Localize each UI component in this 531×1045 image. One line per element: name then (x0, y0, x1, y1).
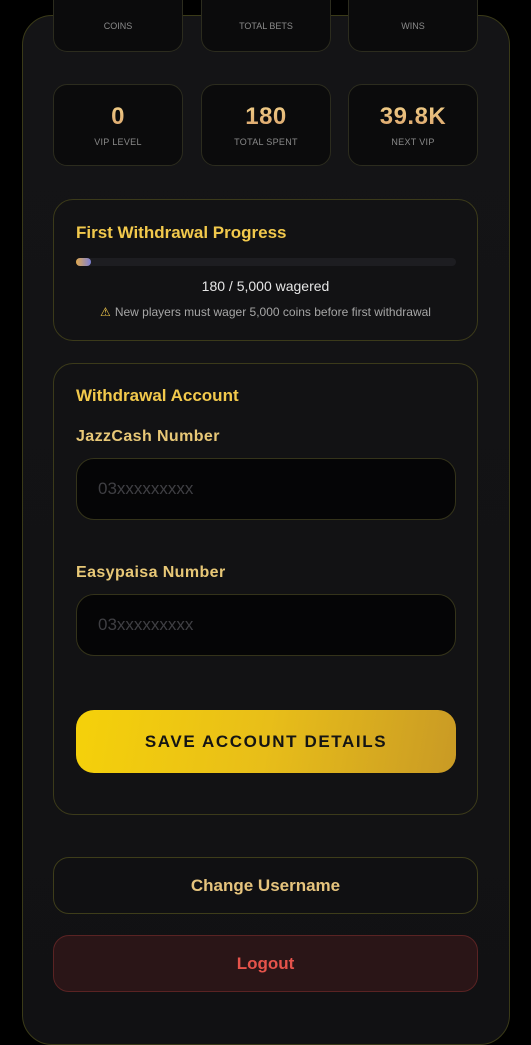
coins-stat-card: COINS (53, 0, 183, 52)
progress-bar-fill (76, 258, 92, 266)
jazzcash-label: JazzCash Number (76, 428, 220, 445)
total-spent-stat-card: 180 TOTAL SPENT (201, 84, 331, 166)
progress-title: First Withdrawal Progress (76, 223, 287, 242)
total-spent-label: TOTAL SPENT (234, 137, 298, 147)
coins-stat-label: COINS (103, 21, 133, 31)
change-username-button[interactable]: Change Username (53, 857, 478, 914)
save-account-details-button[interactable]: SAVE ACCOUNT DETAILS (76, 710, 456, 773)
easypaisa-input[interactable] (76, 594, 456, 656)
next-vip-label: NEXT VIP (391, 137, 435, 147)
wins-stat-card: WINS (348, 0, 478, 52)
withdrawal-account-card: Withdrawal Account JazzCash Number Easyp… (53, 363, 478, 815)
withdrawal-account-title: Withdrawal Account (76, 386, 239, 405)
easypaisa-label: Easypaisa Number (76, 564, 226, 581)
total-bets-stat-label: TOTAL BETS (239, 21, 293, 31)
wins-stat-label: WINS (401, 21, 425, 31)
vip-level-value: 0 (54, 103, 182, 131)
vip-level-stat-card: 0 VIP LEVEL (53, 84, 183, 166)
withdrawal-progress-card: First Withdrawal Progress 180 / 5,000 wa… (53, 199, 478, 341)
progress-bar (76, 258, 456, 266)
next-vip-value: 39.8K (349, 103, 477, 131)
wager-notice: ⚠ New players must wager 5,000 coins befo… (54, 305, 477, 319)
total-bets-stat-card: TOTAL BETS (201, 0, 331, 52)
next-vip-stat-card: 39.8K NEXT VIP (348, 84, 478, 166)
wager-notice-text: New players must wager 5,000 coins befor… (114, 305, 431, 319)
logout-button[interactable]: Logout (53, 935, 478, 992)
jazzcash-input[interactable] (76, 458, 456, 520)
total-spent-value: 180 (202, 103, 330, 131)
warning-icon: ⚠ (100, 305, 111, 319)
vip-level-label: VIP LEVEL (94, 137, 142, 147)
progress-text: 180 / 5,000 wagered (201, 278, 330, 294)
